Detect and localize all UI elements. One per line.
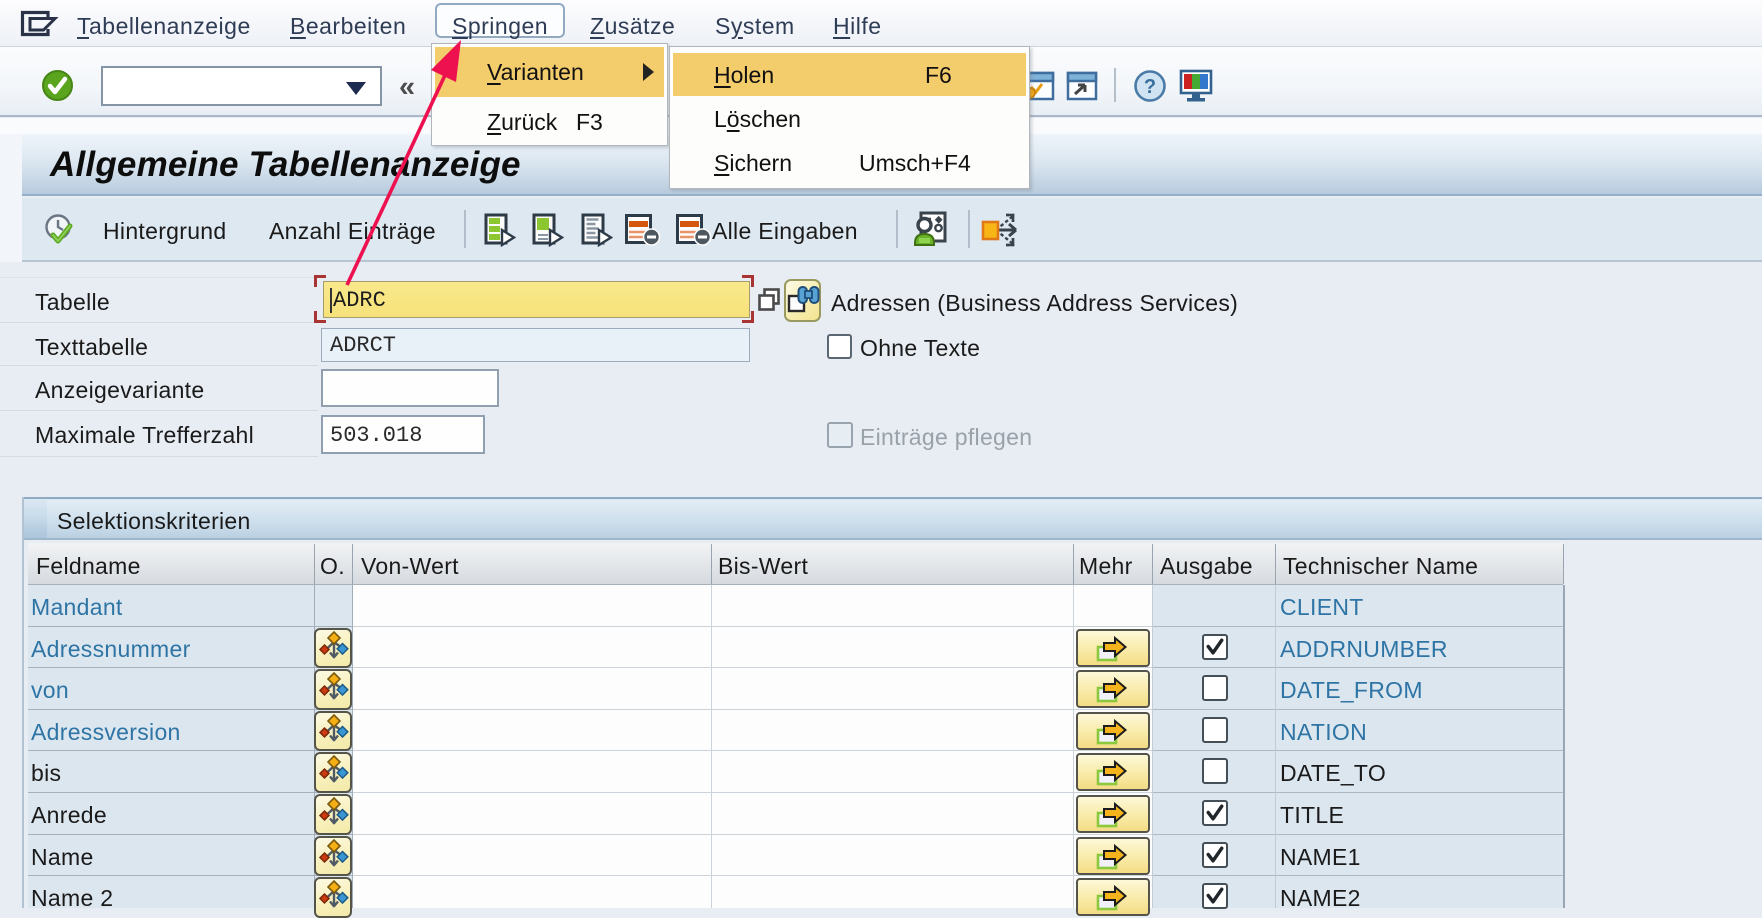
svg-text:?: ? [1144,76,1156,98]
